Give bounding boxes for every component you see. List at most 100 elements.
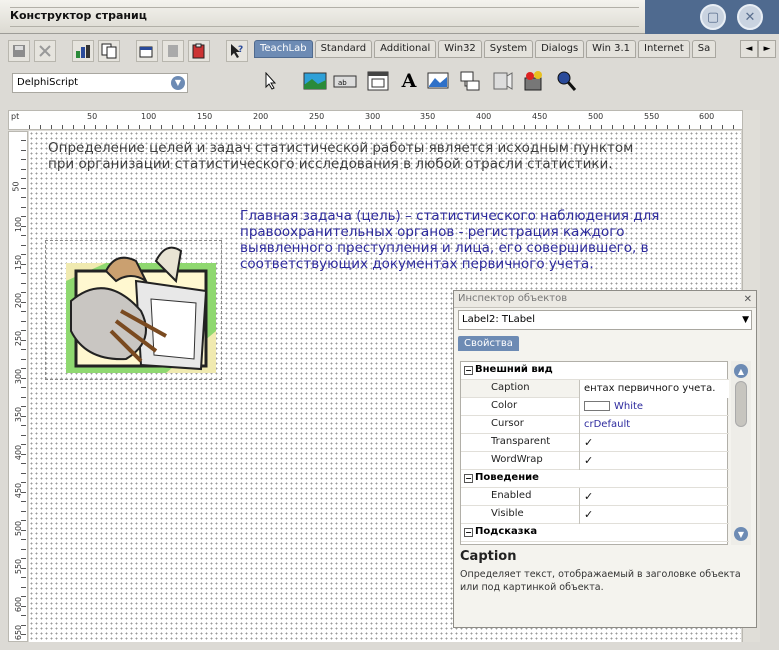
button-component[interactable]: ab — [332, 68, 358, 94]
link-component[interactable] — [457, 68, 483, 94]
shape-component[interactable] — [521, 68, 547, 94]
collapse-icon[interactable]: − — [464, 528, 473, 537]
maximize-button[interactable]: ▢ — [700, 4, 726, 30]
properties-button[interactable] — [136, 40, 158, 62]
language-select[interactable]: DelphiScript ▼ — [12, 73, 188, 93]
window-title: Конструктор страниц — [10, 9, 147, 22]
ruler-tick — [623, 125, 624, 129]
tab-standard[interactable]: Standard — [314, 40, 373, 58]
clipart-hand-icon — [66, 246, 216, 373]
cut-button[interactable] — [34, 40, 56, 62]
media-component[interactable] — [490, 68, 516, 94]
search-component[interactable] — [553, 68, 579, 94]
tab-properties[interactable]: Свойства — [458, 336, 519, 351]
page-label-2[interactable]: Главная задача (цель) – статистического … — [240, 208, 680, 272]
inspector-title: Инспектор объектов — [458, 293, 568, 304]
property-value[interactable]: ✓ — [579, 434, 729, 452]
ruler-tick — [568, 125, 569, 129]
category-hint[interactable]: − Подсказка — [461, 524, 729, 542]
copy-button[interactable] — [98, 40, 120, 62]
ruler-mark: 250 — [309, 112, 325, 121]
checkmark-icon[interactable]: ✓ — [584, 434, 593, 451]
chevron-down-icon[interactable]: ▼ — [171, 76, 185, 90]
tab-additional[interactable]: Additional — [374, 40, 437, 58]
property-value[interactable]: ✓ — [579, 488, 729, 506]
object-selector[interactable]: Label2: TLabel ▼ — [458, 310, 752, 330]
property-scrollbar[interactable]: ▲ ▼ — [731, 361, 751, 545]
palette-tabs: TeachLab Standard Additional Win32 Syste… — [254, 40, 718, 60]
ruler-tick — [21, 596, 26, 597]
ruler-mark: 150 — [197, 112, 213, 121]
collapse-icon[interactable]: − — [464, 474, 473, 483]
tab-win32[interactable]: Win32 — [438, 40, 482, 58]
help-button[interactable]: ? — [226, 40, 248, 62]
chart-button[interactable] — [72, 40, 94, 62]
window-component[interactable] — [365, 68, 391, 94]
tab-scroll-right-button[interactable]: ► — [758, 40, 776, 58]
ruler-tick — [21, 178, 26, 179]
ruler-tick — [238, 125, 239, 129]
tab-teachlab[interactable]: TeachLab — [254, 40, 313, 58]
property-value[interactable]: ✓ — [579, 506, 729, 524]
ruler-tick — [21, 558, 26, 559]
tab-win31[interactable]: Win 3.1 — [586, 40, 637, 58]
ruler-unit: pt — [11, 112, 20, 121]
checkmark-icon[interactable]: ✓ — [584, 488, 593, 505]
tab-system[interactable]: System — [483, 40, 534, 58]
ruler-mark: 350 — [14, 406, 24, 423]
label-component[interactable]: A — [396, 68, 422, 94]
pointer-tool[interactable] — [258, 68, 284, 94]
save-button[interactable] — [8, 40, 30, 62]
property-row-caption[interactable]: Caption ентах первичного учета. — [461, 380, 729, 398]
clipart-image[interactable] — [45, 240, 222, 380]
scroll-down-icon[interactable]: ▼ — [734, 527, 748, 541]
image-component[interactable] — [302, 68, 328, 94]
collapse-icon[interactable]: − — [464, 366, 473, 375]
ruler-mark: 650 — [14, 624, 24, 641]
category-label: Подсказка — [475, 526, 538, 537]
property-row-transparent[interactable]: Transparent ✓ — [461, 434, 729, 452]
color-swatch — [584, 401, 610, 411]
caption-value-input[interactable]: ентах первичного учета. — [579, 380, 729, 398]
ruler-tick — [667, 125, 668, 129]
paste-button[interactable] — [188, 40, 210, 62]
property-value[interactable]: crDefault — [579, 416, 729, 434]
horizontal-ruler: pt 50 100 150 200 250 300 350 400 450 50… — [8, 110, 743, 130]
ruler-tick — [293, 125, 294, 129]
selected-object: Label2: TLabel — [462, 314, 535, 325]
tab-dialogs[interactable]: Dialogs — [535, 40, 585, 58]
inspector-close-icon[interactable]: ✕ — [744, 292, 752, 308]
category-appearance[interactable]: − Внешний вид — [461, 362, 729, 380]
ruler-tick — [106, 125, 107, 129]
ruler-tick — [502, 125, 503, 129]
scroll-up-icon[interactable]: ▲ — [734, 364, 748, 378]
ruler-tick — [21, 254, 26, 255]
chevron-down-icon[interactable]: ▼ — [742, 311, 749, 329]
button-icon: ab — [333, 75, 357, 88]
property-row-wordwrap[interactable]: WordWrap ✓ — [461, 452, 729, 470]
picture-component[interactable] — [425, 68, 451, 94]
close-button[interactable]: ✕ — [737, 4, 763, 30]
new-button[interactable] — [162, 40, 184, 62]
tab-samples[interactable]: Sa — [691, 40, 717, 58]
property-row-visible[interactable]: Visible ✓ — [461, 506, 729, 524]
checkmark-icon[interactable]: ✓ — [584, 452, 593, 469]
property-row-color[interactable]: Color White — [461, 398, 729, 416]
search-icon — [557, 71, 577, 91]
tab-internet[interactable]: Internet — [638, 40, 690, 58]
ruler-tick — [469, 125, 470, 129]
checkmark-icon[interactable]: ✓ — [584, 506, 593, 523]
page-label-1[interactable]: Определение целей и задач статистической… — [48, 140, 638, 172]
category-behavior[interactable]: − Поведение — [461, 470, 729, 488]
property-row-cursor[interactable]: Cursor crDefault — [461, 416, 729, 434]
ruler-tick — [733, 125, 734, 129]
scroll-thumb[interactable] — [735, 381, 747, 427]
ruler-tick — [590, 125, 591, 129]
ruler-tick — [117, 125, 118, 129]
ruler-tick — [524, 125, 525, 129]
property-value[interactable]: ✓ — [579, 452, 729, 470]
tab-scroll-left-button[interactable]: ◄ — [740, 40, 758, 58]
property-value[interactable]: White — [579, 398, 729, 416]
property-row-enabled[interactable]: Enabled ✓ — [461, 488, 729, 506]
cut-icon — [39, 45, 51, 57]
